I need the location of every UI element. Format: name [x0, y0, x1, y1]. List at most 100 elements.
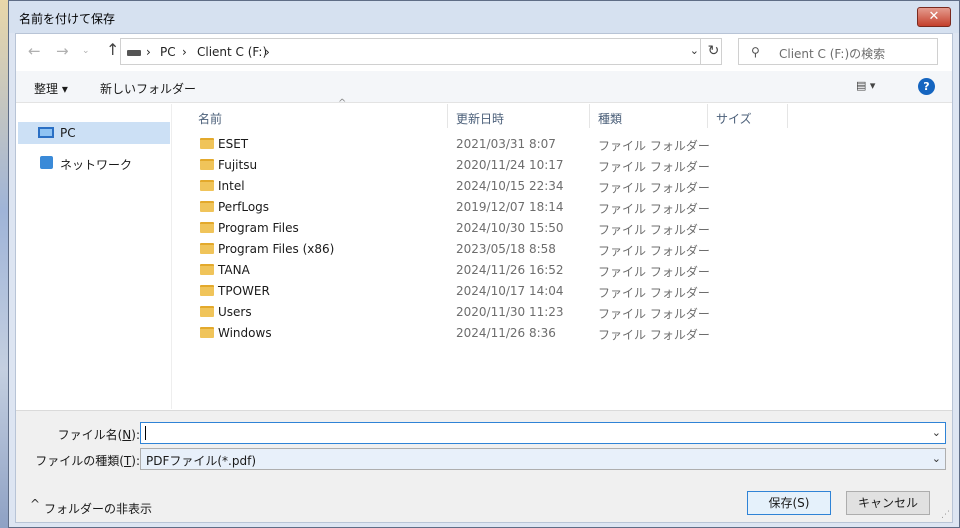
- file-name: Program Files (x86): [218, 242, 335, 256]
- refresh-icon[interactable]: ↻: [700, 39, 726, 64]
- chevron-down-icon: ⌄: [931, 452, 941, 465]
- column-label: 更新日時: [456, 112, 505, 126]
- address-dropdown-icon[interactable]: ⌄: [690, 44, 699, 57]
- breadcrumb-separator-icon[interactable]: ›: [146, 45, 151, 59]
- save-button[interactable]: 保存(S): [747, 491, 831, 515]
- window-title: 名前を付けて保存: [19, 12, 116, 26]
- file-name: Windows: [218, 326, 272, 340]
- file-type: ファイル フォルダー: [598, 223, 710, 237]
- column-label: 種類: [598, 112, 623, 126]
- file-list: 名前 ^ 更新日時 種類 サイズ ESET 2021/03/31 8:07 ファ…: [176, 98, 952, 409]
- close-button[interactable]: ✕: [917, 7, 951, 27]
- up-arrow-icon[interactable]: ↑: [106, 40, 119, 59]
- file-row[interactable]: Program Files 2024/10/30 15:50 ファイル フォルダ…: [176, 218, 952, 239]
- search-icon: ⚲: [751, 45, 760, 59]
- file-name: TANA: [218, 263, 250, 277]
- file-name: Program Files: [218, 221, 299, 235]
- column-header-date[interactable]: 更新日時: [448, 104, 590, 128]
- help-icon[interactable]: ?: [918, 78, 935, 95]
- column-header-type[interactable]: 種類: [590, 104, 708, 128]
- folder-icon: [200, 180, 214, 191]
- file-name: ESET: [218, 137, 249, 151]
- sort-ascending-icon: ^: [338, 98, 347, 109]
- navigation-bar: ← → ⌄ ↑ › PC › Client C (F:) › ⌄ ↻ ⚲ Cli…: [16, 34, 952, 70]
- hide-folders-toggle[interactable]: フォルダーの非表示: [44, 500, 152, 517]
- file-name: TPOWER: [218, 284, 270, 298]
- filename-label: ファイル名(N):: [16, 426, 140, 443]
- file-row[interactable]: PerfLogs 2019/12/07 18:14 ファイル フォルダー: [176, 197, 952, 218]
- file-name: Fujitsu: [218, 158, 258, 172]
- file-type: ファイル フォルダー: [598, 181, 710, 195]
- close-icon: ✕: [928, 9, 940, 24]
- breadcrumb-separator-icon[interactable]: ›: [182, 45, 187, 59]
- filename-input[interactable]: [145, 425, 925, 441]
- navigation-pane: PC ネットワーク: [16, 104, 172, 409]
- file-type: ファイル フォルダー: [598, 265, 710, 279]
- file-date: 2020/11/24 10:17: [456, 158, 564, 172]
- search-box[interactable]: ⚲ Client C (F:)の検索: [738, 38, 938, 65]
- resize-grip-icon[interactable]: ⋰: [941, 510, 950, 520]
- file-row[interactable]: ESET 2021/03/31 8:07 ファイル フォルダー: [176, 134, 952, 155]
- file-date: 2024/10/15 22:34: [456, 179, 564, 193]
- new-folder-button[interactable]: 新しいフォルダー: [100, 80, 196, 97]
- computer-icon: [38, 127, 54, 138]
- file-row[interactable]: Fujitsu 2020/11/24 10:17 ファイル フォルダー: [176, 155, 952, 176]
- folder-icon: [200, 222, 214, 233]
- organize-button[interactable]: 整理 ▾: [34, 80, 68, 97]
- file-date: 2024/11/26 16:52: [456, 263, 564, 277]
- file-name: Intel: [218, 179, 245, 193]
- file-date: 2024/11/26 8:36: [456, 326, 556, 340]
- file-row[interactable]: TANA 2024/11/26 16:52 ファイル フォルダー: [176, 260, 952, 281]
- filename-history-dropdown-icon[interactable]: ⌄: [932, 426, 941, 439]
- view-options-icon[interactable]: ▤ ▾: [856, 79, 875, 92]
- file-row[interactable]: Program Files (x86) 2023/05/18 8:58 ファイル…: [176, 239, 952, 260]
- folder-icon: [200, 264, 214, 275]
- file-date: 2023/05/18 8:58: [456, 242, 556, 256]
- drive-icon: [127, 50, 141, 56]
- chevron-up-icon[interactable]: ^: [30, 497, 40, 511]
- column-header-size[interactable]: サイズ: [708, 104, 788, 128]
- title-bar[interactable]: 名前を付けて保存 ✕: [9, 1, 959, 33]
- search-placeholder: Client C (F:)の検索: [779, 47, 886, 61]
- file-row[interactable]: TPOWER 2024/10/17 14:04 ファイル フォルダー: [176, 281, 952, 302]
- file-date: 2024/10/17 14:04: [456, 284, 564, 298]
- column-label: 名前: [198, 112, 223, 126]
- file-type: ファイル フォルダー: [598, 244, 710, 258]
- cancel-button[interactable]: キャンセル: [846, 491, 930, 515]
- filetype-select[interactable]: PDFファイル(*.pdf) ⌄: [140, 448, 946, 470]
- filename-field[interactable]: ⌄: [140, 422, 946, 444]
- nav-item-label: ネットワーク: [60, 158, 133, 172]
- folder-icon: [200, 306, 214, 317]
- save-as-dialog: 名前を付けて保存 ✕ ← → ⌄ ↑ › PC › Client C (F:) …: [8, 0, 960, 528]
- breadcrumb-separator-icon[interactable]: ›: [265, 45, 270, 59]
- save-options-panel: ファイル名(N): ⌄ ファイルの種類(T): PDFファイル(*.pdf) ⌄…: [16, 410, 952, 522]
- file-type: ファイル フォルダー: [598, 307, 710, 321]
- nav-item-label: PC: [60, 126, 76, 140]
- address-bar[interactable]: › PC › Client C (F:) › ⌄: [120, 38, 722, 65]
- column-header-name[interactable]: 名前 ^: [190, 98, 448, 128]
- column-label: サイズ: [716, 112, 752, 126]
- recent-locations-chevron-icon[interactable]: ⌄: [82, 46, 90, 56]
- nav-item-pc[interactable]: PC: [18, 122, 170, 144]
- forward-arrow-icon[interactable]: →: [56, 42, 69, 60]
- file-row[interactable]: Intel 2024/10/15 22:34 ファイル フォルダー: [176, 176, 952, 197]
- nav-item-network[interactable]: ネットワーク: [18, 152, 170, 174]
- file-row[interactable]: Users 2020/11/30 11:23 ファイル フォルダー: [176, 302, 952, 323]
- text-caret: [145, 426, 146, 440]
- breadcrumb-pc[interactable]: PC: [160, 45, 176, 59]
- back-arrow-icon[interactable]: ←: [28, 42, 41, 60]
- file-row[interactable]: Windows 2024/11/26 8:36 ファイル フォルダー: [176, 323, 952, 344]
- file-date: 2024/10/30 15:50: [456, 221, 564, 235]
- filetype-value: PDFファイル(*.pdf): [146, 454, 257, 468]
- filetype-label-end: ):: [131, 454, 140, 468]
- network-icon: [40, 156, 53, 169]
- file-name: PerfLogs: [218, 200, 270, 214]
- filename-label-text: ファイル名(: [57, 428, 123, 442]
- file-name: Users: [218, 305, 252, 319]
- filetype-label: ファイルの種類(T):: [16, 452, 140, 469]
- filename-label-end: ):: [131, 428, 140, 442]
- breadcrumb-drive[interactable]: Client C (F:): [197, 45, 267, 59]
- file-type: ファイル フォルダー: [598, 139, 710, 153]
- filename-label-key: N: [122, 428, 132, 442]
- filetype-label-text: ファイルの種類(: [35, 454, 124, 468]
